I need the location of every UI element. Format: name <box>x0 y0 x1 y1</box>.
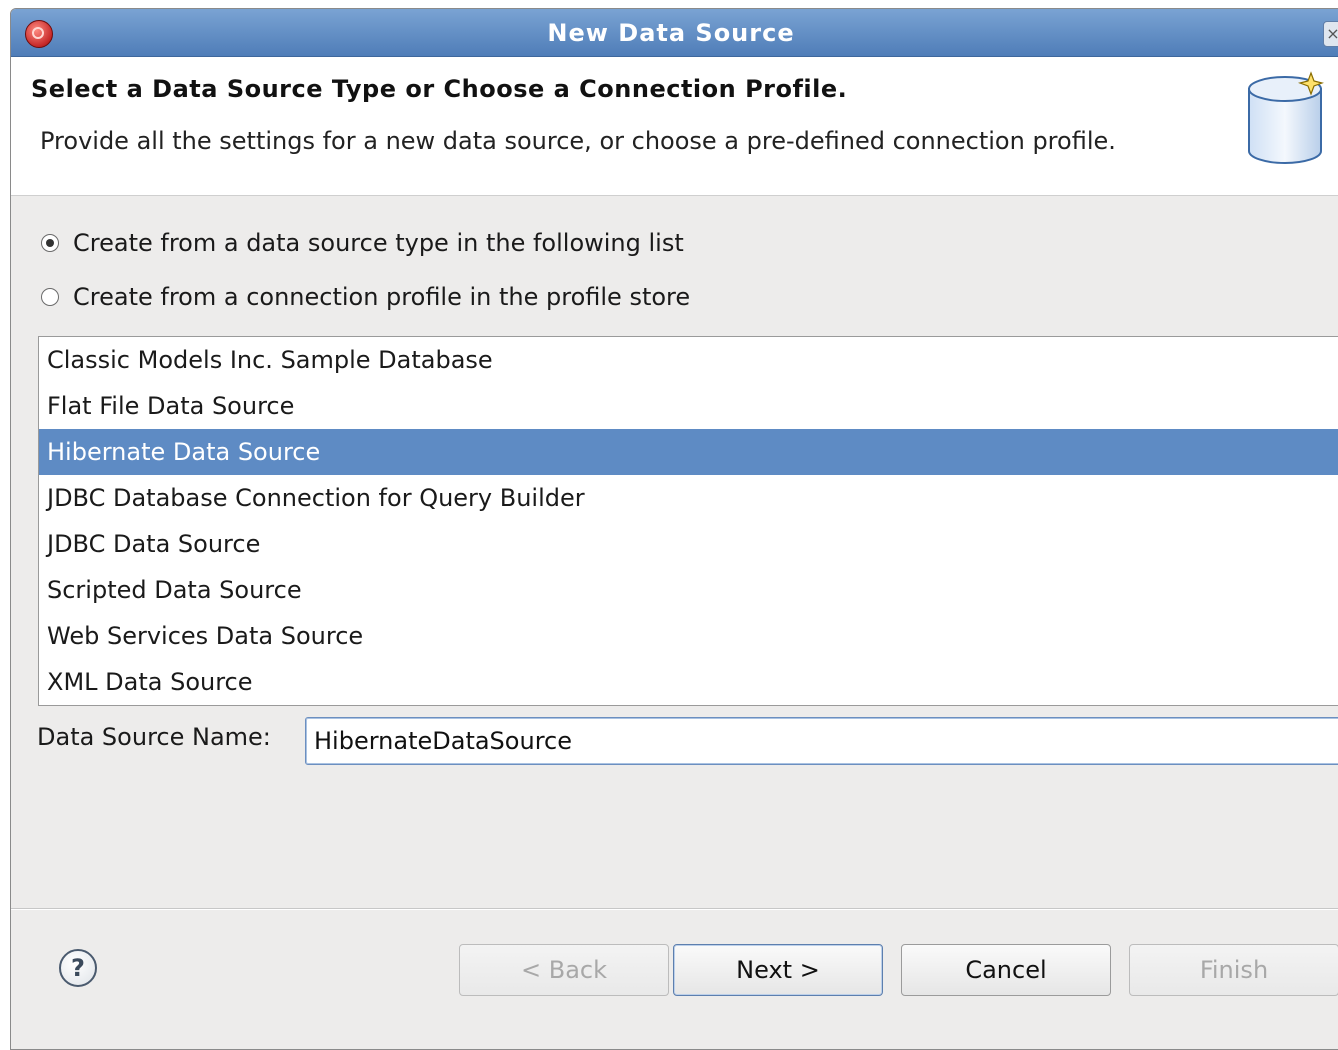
database-icon <box>1248 71 1325 164</box>
cancel-button[interactable]: Cancel <box>901 944 1111 996</box>
list-item-scripted[interactable]: Scripted Data Source <box>39 567 1338 613</box>
radio-from-profile[interactable]: Create from a connection profile in the … <box>41 283 690 311</box>
list-item-xml[interactable]: XML Data Source <box>39 659 1338 705</box>
list-item-jdbc[interactable]: JDBC Data Source <box>39 521 1338 567</box>
radio-from-type-label[interactable]: Create from a data source type in the fo… <box>73 229 684 257</box>
radio-from-type[interactable]: Create from a data source type in the fo… <box>41 229 684 257</box>
next-button[interactable]: Next > <box>673 944 883 996</box>
list-item-flat-file[interactable]: Flat File Data Source <box>39 383 1338 429</box>
radio-button-unchecked[interactable] <box>41 288 59 306</box>
help-icon[interactable]: ? <box>59 949 97 987</box>
window-title: New Data Source <box>547 19 795 47</box>
close-icon[interactable]: × <box>1323 21 1338 47</box>
radio-from-profile-label[interactable]: Create from a connection profile in the … <box>73 283 690 311</box>
list-item-web-services[interactable]: Web Services Data Source <box>39 613 1338 659</box>
wizard-banner: Select a Data Source Type or Choose a Co… <box>11 57 1338 196</box>
finish-button[interactable]: Finish <box>1129 944 1338 996</box>
button-bar-separator <box>11 908 1338 910</box>
data-source-name-label: Data Source Name: <box>37 723 271 751</box>
list-item-jdbc-query-builder[interactable]: JDBC Database Connection for Query Build… <box>39 475 1338 521</box>
list-item-hibernate[interactable]: Hibernate Data Source <box>39 429 1338 475</box>
radio-button-checked[interactable] <box>41 234 59 252</box>
data-source-name-input[interactable] <box>305 717 1338 765</box>
new-data-source-dialog: New Data Source × Select a Data Source T… <box>10 8 1338 1050</box>
data-source-type-list[interactable]: Classic Models Inc. Sample Database Flat… <box>38 336 1338 706</box>
page-description: Provide all the settings for a new data … <box>40 127 1116 155</box>
page-title: Select a Data Source Type or Choose a Co… <box>31 75 848 103</box>
title-bar[interactable]: New Data Source × <box>11 9 1338 57</box>
back-button[interactable]: < Back <box>459 944 669 996</box>
list-item-classic-models[interactable]: Classic Models Inc. Sample Database <box>39 337 1338 383</box>
